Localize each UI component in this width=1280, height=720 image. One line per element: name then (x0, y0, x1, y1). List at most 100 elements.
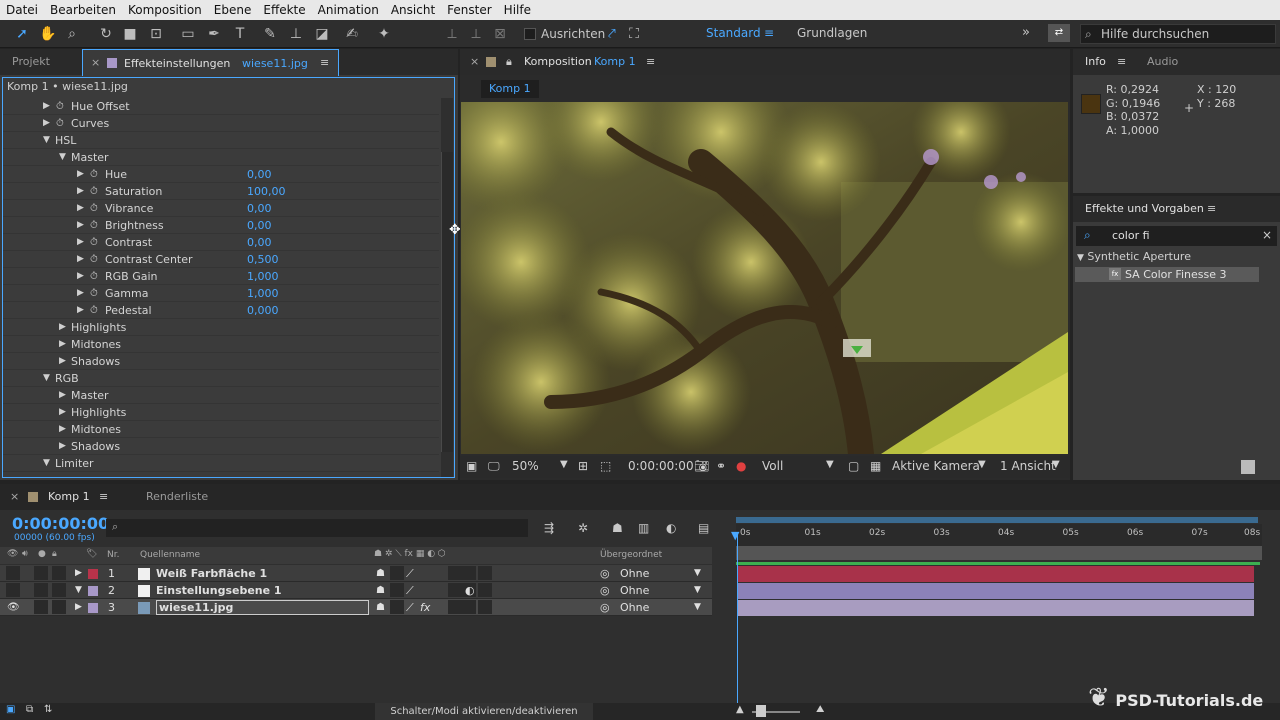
shy-icon[interactable]: ☗ (376, 599, 385, 616)
solo-toggle[interactable] (34, 583, 48, 597)
comp-tab-name[interactable]: Komp 1 (594, 49, 636, 75)
rotate-tool-icon[interactable]: ↻ (96, 24, 116, 44)
tab-projekt[interactable]: Projekt (12, 49, 50, 75)
always-preview-icon[interactable]: ▣ (466, 459, 477, 473)
effect-row-value[interactable]: 100,00 (247, 183, 286, 200)
menu-hilfe[interactable]: Hilfe (498, 3, 537, 17)
stopwatch-icon[interactable]: ⏱ (56, 98, 64, 115)
chevron-down-icon[interactable]: ▼ (43, 132, 50, 149)
panel-menu-icon[interactable]: ≡ (1207, 196, 1216, 222)
effects-scrollbar[interactable] (441, 98, 453, 477)
panel-menu-icon[interactable]: ≡ (99, 484, 108, 510)
align-checkbox[interactable] (524, 28, 536, 40)
chevron-right-icon[interactable]: ▶ (77, 268, 84, 285)
effect-row-value[interactable]: 0,00 (247, 217, 272, 234)
new-folder-icon[interactable] (1241, 460, 1255, 474)
effect-row[interactable]: ▶ ⏱ Brightness 0,00 (3, 217, 439, 234)
effect-row[interactable]: ▶ ⏱ Gamma 1,000 (3, 285, 439, 302)
column-source-name[interactable]: Quellenname (140, 550, 200, 560)
preset-item[interactable]: fx SA Color Finesse 3 (1075, 267, 1259, 282)
adjustment-layer-icon[interactable]: ◐ (465, 582, 475, 599)
workspace-grundlagen[interactable]: Grundlagen (797, 26, 867, 40)
comp-current-time[interactable]: 0:00:00:00 (628, 459, 694, 473)
effect-row[interactable]: ▼ Limiter (3, 455, 439, 472)
menu-bearbeiten[interactable]: Bearbeiten (44, 3, 122, 17)
hand-tool-icon[interactable]: ✋ (38, 24, 58, 44)
3d-layer-switch[interactable] (478, 600, 492, 614)
effect-row[interactable]: ▶ ⏱ Pedestal 0,000 (3, 302, 439, 319)
stopwatch-icon[interactable]: ⏱ (90, 217, 98, 234)
panel-menu-icon[interactable]: ≡ (646, 49, 655, 75)
tab-audio[interactable]: Audio (1147, 49, 1178, 75)
tab-renderliste[interactable]: Renderliste (146, 484, 208, 510)
views-dropdown[interactable]: 1 Ansicht (1000, 459, 1056, 473)
3d-layer-switch[interactable] (478, 583, 492, 597)
chevron-down-icon[interactable]: ▼ (694, 566, 701, 581)
presets-title[interactable]: Effekte und Vorgaben (1085, 196, 1204, 222)
timeline-search-input[interactable]: ⌕ (106, 519, 528, 537)
menu-effekte[interactable]: Effekte (257, 3, 311, 17)
chevron-right-icon[interactable]: ▶ (43, 98, 50, 115)
clear-search-icon[interactable]: × (1262, 228, 1272, 242)
visibility-toggle[interactable] (6, 583, 20, 597)
timeline-timecode[interactable]: 0:00:00:00 (12, 514, 109, 533)
stopwatch-icon[interactable]: ⏱ (90, 302, 98, 319)
color-channels-icon[interactable]: ● (736, 459, 746, 473)
stopwatch-icon[interactable]: ⏱ (90, 268, 98, 285)
effect-row[interactable]: ▶ ⏱ Contrast Center 0,500 (3, 251, 439, 268)
chevron-right-icon[interactable]: ▶ (43, 115, 50, 132)
chevron-right-icon[interactable]: ▶ (77, 217, 84, 234)
stopwatch-icon[interactable]: ⏱ (90, 200, 98, 217)
chevron-right-icon[interactable]: ▶ (77, 183, 84, 200)
chevron-down-icon[interactable]: ▼ (1052, 459, 1060, 470)
stopwatch-icon[interactable]: ⏱ (90, 234, 98, 251)
lock-toggle[interactable] (52, 583, 66, 597)
shy-icon[interactable]: ☗ (376, 565, 385, 582)
tab-info[interactable]: Info (1085, 49, 1106, 75)
help-search-input[interactable]: ⌕ Hilfe durchsuchen (1080, 24, 1276, 44)
hide-shy-layers-icon[interactable]: ☗ (612, 521, 623, 535)
layer-row[interactable]: 👁︎ ▶ 3 wiese11.jpg ☗ ⟋ fx ◎ Ohne ▼ (0, 599, 712, 616)
layer-name[interactable]: Weiß Farbfläche 1 (156, 565, 267, 582)
effect-row[interactable]: ▶ ⏱ Contrast 0,00 (3, 234, 439, 251)
zoom-tool-icon[interactable]: ⌕ (62, 24, 82, 44)
chevron-down-icon[interactable]: ▼ (694, 583, 701, 598)
chevron-right-icon[interactable]: ▶ (77, 166, 84, 183)
zoom-in-icon[interactable]: ⛰ (816, 704, 824, 715)
effect-row-value[interactable]: 0,00 (247, 166, 272, 183)
solo-toggle[interactable] (34, 600, 48, 614)
stopwatch-icon[interactable]: ⏱ (90, 166, 98, 183)
in-out-icon[interactable]: ⇅ (44, 704, 52, 715)
stopwatch-icon[interactable]: ⏱ (90, 251, 98, 268)
frame-blend-switch[interactable] (448, 583, 462, 597)
axis-local-icon[interactable]: ⟂ (442, 24, 462, 44)
workspace-standard[interactable]: Standard (706, 26, 761, 40)
quality-icon[interactable]: ⟋ (406, 582, 414, 599)
presets-search-input[interactable]: ⌕ color fi × (1076, 226, 1277, 246)
effect-row[interactable]: ▼ Master (3, 149, 439, 166)
stopwatch-icon[interactable]: ⏱ (90, 183, 98, 200)
collapse-switch[interactable] (390, 583, 404, 597)
chevron-right-icon[interactable]: ▶ (77, 234, 84, 251)
layer-row[interactable]: ▼ 2 Einstellungsebene 1 ☗ ⟋ ◐ ◎ Ohne ▼ (0, 582, 712, 599)
chevron-down-icon[interactable]: ▼ (1077, 253, 1084, 263)
workspace-overflow-icon[interactable]: » (1022, 25, 1030, 40)
frame-blend-switch[interactable] (448, 600, 462, 614)
effect-row[interactable]: ▶ Highlights (3, 319, 439, 336)
roto-brush-tool-icon[interactable]: ✍ (342, 24, 362, 44)
sync-settings-icon[interactable]: ⇄ (1048, 24, 1070, 42)
label-icon[interactable]: 🏷︎ (86, 549, 97, 559)
effect-row[interactable]: ▼ HSL (3, 132, 439, 149)
effect-row[interactable]: ▶ ⏱ Vibrance 0,00 (3, 200, 439, 217)
lock-icon[interactable]: 🔒︎ (506, 49, 512, 75)
layer-track-bar[interactable] (738, 566, 1254, 582)
stopwatch-icon[interactable]: ⏱ (56, 115, 64, 132)
motion-blur-switch[interactable] (462, 566, 476, 580)
clone-stamp-tool-icon[interactable]: ⊥ (286, 24, 306, 44)
collapse-switch[interactable] (390, 566, 404, 580)
title-safe-icon[interactable]: ⊞ (578, 459, 588, 473)
visibility-icon[interactable]: 👁︎ (7, 549, 18, 559)
menu-ebene[interactable]: Ebene (208, 3, 258, 17)
chevron-down-icon[interactable]: ▼ (826, 459, 834, 470)
effect-row[interactable]: ▶ ⏱ Curves (3, 115, 439, 132)
